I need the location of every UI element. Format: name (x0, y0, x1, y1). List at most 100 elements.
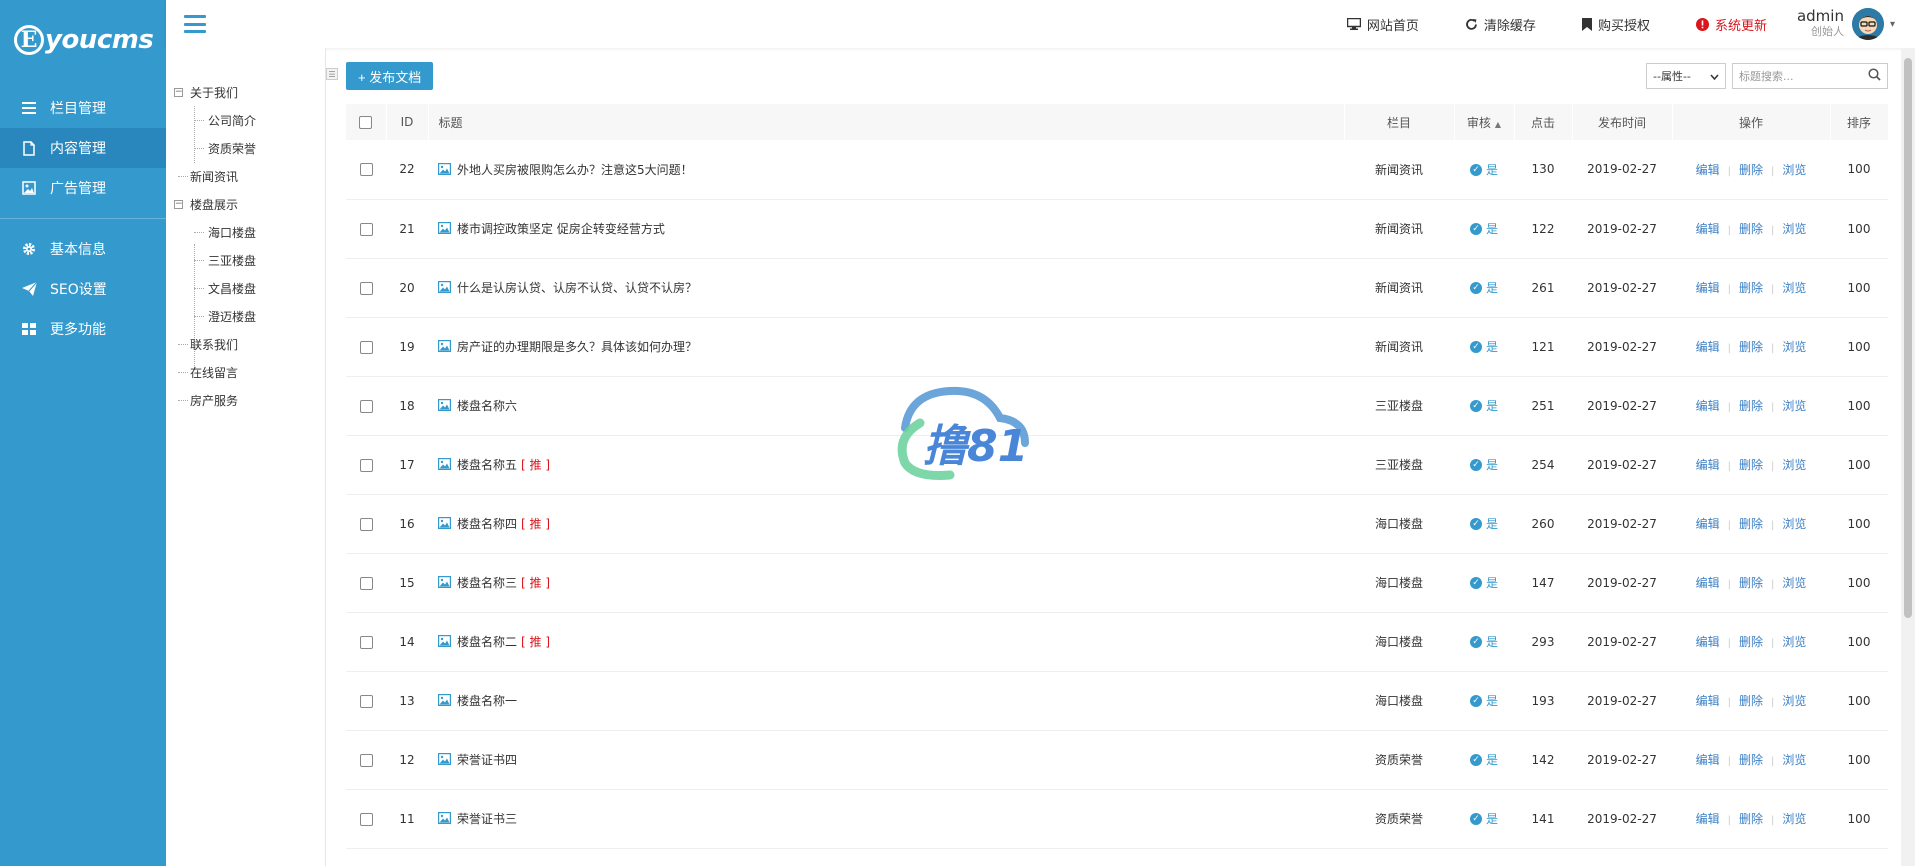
row-checkbox[interactable] (359, 340, 373, 354)
edit-link[interactable]: 编辑 (1696, 163, 1720, 177)
tree-item[interactable]: 澄迈楼盘 (166, 302, 325, 330)
sidebar-item-more[interactable]: 更多功能 (0, 309, 166, 349)
row-checkbox[interactable] (359, 222, 373, 236)
collapse-icon[interactable]: − (174, 199, 183, 209)
view-link[interactable]: 浏览 (1782, 694, 1806, 708)
tree-item[interactable]: 联系我们 (166, 330, 325, 358)
sidebar-item-category[interactable]: 栏目管理 (0, 88, 166, 128)
edit-link[interactable]: 编辑 (1696, 222, 1720, 236)
view-link[interactable]: 浏览 (1782, 399, 1806, 413)
row-checkbox[interactable] (359, 635, 373, 649)
edit-link[interactable]: 编辑 (1696, 458, 1720, 472)
edit-link[interactable]: 编辑 (1696, 399, 1720, 413)
title-search-input[interactable] (1733, 64, 1859, 88)
row-checkbox[interactable] (359, 753, 373, 767)
delete-link[interactable]: 删除 (1739, 576, 1763, 590)
attribute-select[interactable]: --属性-- (1646, 63, 1726, 89)
view-link[interactable]: 浏览 (1782, 458, 1806, 472)
sidebar-item-content[interactable]: 内容管理 (0, 128, 166, 168)
row-audit[interactable]: ✓ 是 (1454, 435, 1514, 495)
buy-license-link[interactable]: 购买授权 (1581, 15, 1650, 34)
view-link[interactable]: 浏览 (1782, 163, 1806, 177)
row-audit[interactable]: ✓ 是 (1454, 553, 1514, 613)
row-title[interactable]: 荣誉证书四 (457, 753, 517, 767)
edit-link[interactable]: 编辑 (1696, 517, 1720, 531)
view-link[interactable]: 浏览 (1782, 340, 1806, 354)
row-audit[interactable]: ✓ 是 (1454, 317, 1514, 377)
row-audit[interactable]: ✓ 是 (1454, 671, 1514, 731)
tree-item[interactable]: 三亚楼盘 (166, 246, 325, 274)
row-checkbox[interactable] (359, 517, 373, 531)
row-title[interactable]: 楼盘名称三 (457, 576, 517, 590)
tree-item[interactable]: 海口楼盘 (166, 218, 325, 246)
delete-link[interactable]: 删除 (1739, 163, 1763, 177)
row-checkbox[interactable] (359, 576, 373, 590)
logo[interactable]: E youcms (0, 0, 166, 80)
site-home-link[interactable]: 网站首页 (1346, 15, 1419, 34)
row-checkbox[interactable] (359, 399, 373, 413)
tree-item[interactable]: − 关于我们 (166, 78, 325, 106)
delete-link[interactable]: 删除 (1739, 399, 1763, 413)
row-title[interactable]: 楼盘名称四 (457, 517, 517, 531)
tree-item[interactable]: 资质荣誉 (166, 134, 325, 162)
row-title[interactable]: 楼盘名称一 (457, 694, 517, 708)
row-title[interactable]: 楼盘名称六 (457, 399, 517, 413)
system-update-link[interactable]: 系统更新 (1695, 15, 1767, 34)
row-checkbox[interactable] (359, 163, 373, 177)
search-icon[interactable] (1868, 67, 1881, 85)
tree-item[interactable]: 新闻资讯 (166, 162, 325, 190)
delete-link[interactable]: 删除 (1739, 635, 1763, 649)
delete-link[interactable]: 删除 (1739, 281, 1763, 295)
edit-link[interactable]: 编辑 (1696, 281, 1720, 295)
view-link[interactable]: 浏览 (1782, 576, 1806, 590)
row-audit[interactable]: ✓ 是 (1454, 494, 1514, 554)
tree-item[interactable]: 房产服务 (166, 386, 325, 414)
row-title[interactable]: 房产证的办理期限是多久？具体该如何办理？ (457, 340, 697, 354)
row-title[interactable]: 楼盘名称五 (457, 458, 517, 472)
tree-item[interactable]: − 楼盘展示 (166, 190, 325, 218)
scrollbar-thumb[interactable] (1904, 58, 1912, 618)
row-audit[interactable]: ✓ 是 (1454, 612, 1514, 672)
vertical-scrollbar[interactable] (1901, 48, 1915, 866)
tree-collapse-icon[interactable]: ☰ (326, 68, 338, 80)
clear-cache-link[interactable]: 清除缓存 (1465, 15, 1536, 34)
edit-link[interactable]: 编辑 (1696, 694, 1720, 708)
delete-link[interactable]: 删除 (1739, 340, 1763, 354)
delete-link[interactable]: 删除 (1739, 694, 1763, 708)
avatar[interactable] (1851, 8, 1884, 40)
row-audit[interactable]: ✓ 是 (1454, 789, 1514, 849)
view-link[interactable]: 浏览 (1782, 635, 1806, 649)
sidebar-item-basic-info[interactable]: 基本信息 (0, 229, 166, 269)
row-title[interactable]: 荣誉证书三 (457, 812, 517, 826)
delete-link[interactable]: 删除 (1739, 812, 1763, 826)
select-all-checkbox[interactable] (359, 116, 373, 129)
menu-toggle-icon[interactable] (184, 15, 206, 33)
view-link[interactable]: 浏览 (1782, 222, 1806, 236)
row-audit[interactable]: ✓ 是 (1454, 199, 1514, 259)
row-audit[interactable]: ✓ 是 (1454, 376, 1514, 436)
collapse-icon[interactable]: − (174, 87, 183, 97)
sidebar-item-ads[interactable]: 广告管理 (0, 168, 166, 208)
delete-link[interactable]: 删除 (1739, 458, 1763, 472)
row-title[interactable]: 楼盘名称二 (457, 635, 517, 649)
edit-link[interactable]: 编辑 (1696, 576, 1720, 590)
row-title[interactable]: 外地人买房被限购怎么办？注意这5大问题！ (457, 163, 693, 177)
edit-link[interactable]: 编辑 (1696, 812, 1720, 826)
tree-item[interactable]: 公司简介 (166, 106, 325, 134)
row-audit[interactable]: ✓ 是 (1454, 140, 1514, 200)
edit-link[interactable]: 编辑 (1696, 753, 1720, 767)
add-document-button[interactable]: + 发布文档 (346, 62, 434, 90)
edit-link[interactable]: 编辑 (1696, 635, 1720, 649)
view-link[interactable]: 浏览 (1782, 753, 1806, 767)
row-title[interactable]: 什么是认房认贷、认房不认贷、认贷不认房？ (457, 281, 697, 295)
delete-link[interactable]: 删除 (1739, 517, 1763, 531)
view-link[interactable]: 浏览 (1782, 281, 1806, 295)
row-checkbox[interactable] (359, 458, 373, 472)
chevron-down-icon[interactable]: ▾ (1890, 19, 1895, 30)
row-checkbox[interactable] (359, 694, 373, 708)
row-audit[interactable]: ✓ 是 (1454, 730, 1514, 790)
user-menu[interactable]: admin 创始人 ▾ (1797, 8, 1895, 40)
row-title[interactable]: 楼市调控政策坚定 促房企转变经营方式 (457, 222, 665, 236)
delete-link[interactable]: 删除 (1739, 222, 1763, 236)
view-link[interactable]: 浏览 (1782, 517, 1806, 531)
